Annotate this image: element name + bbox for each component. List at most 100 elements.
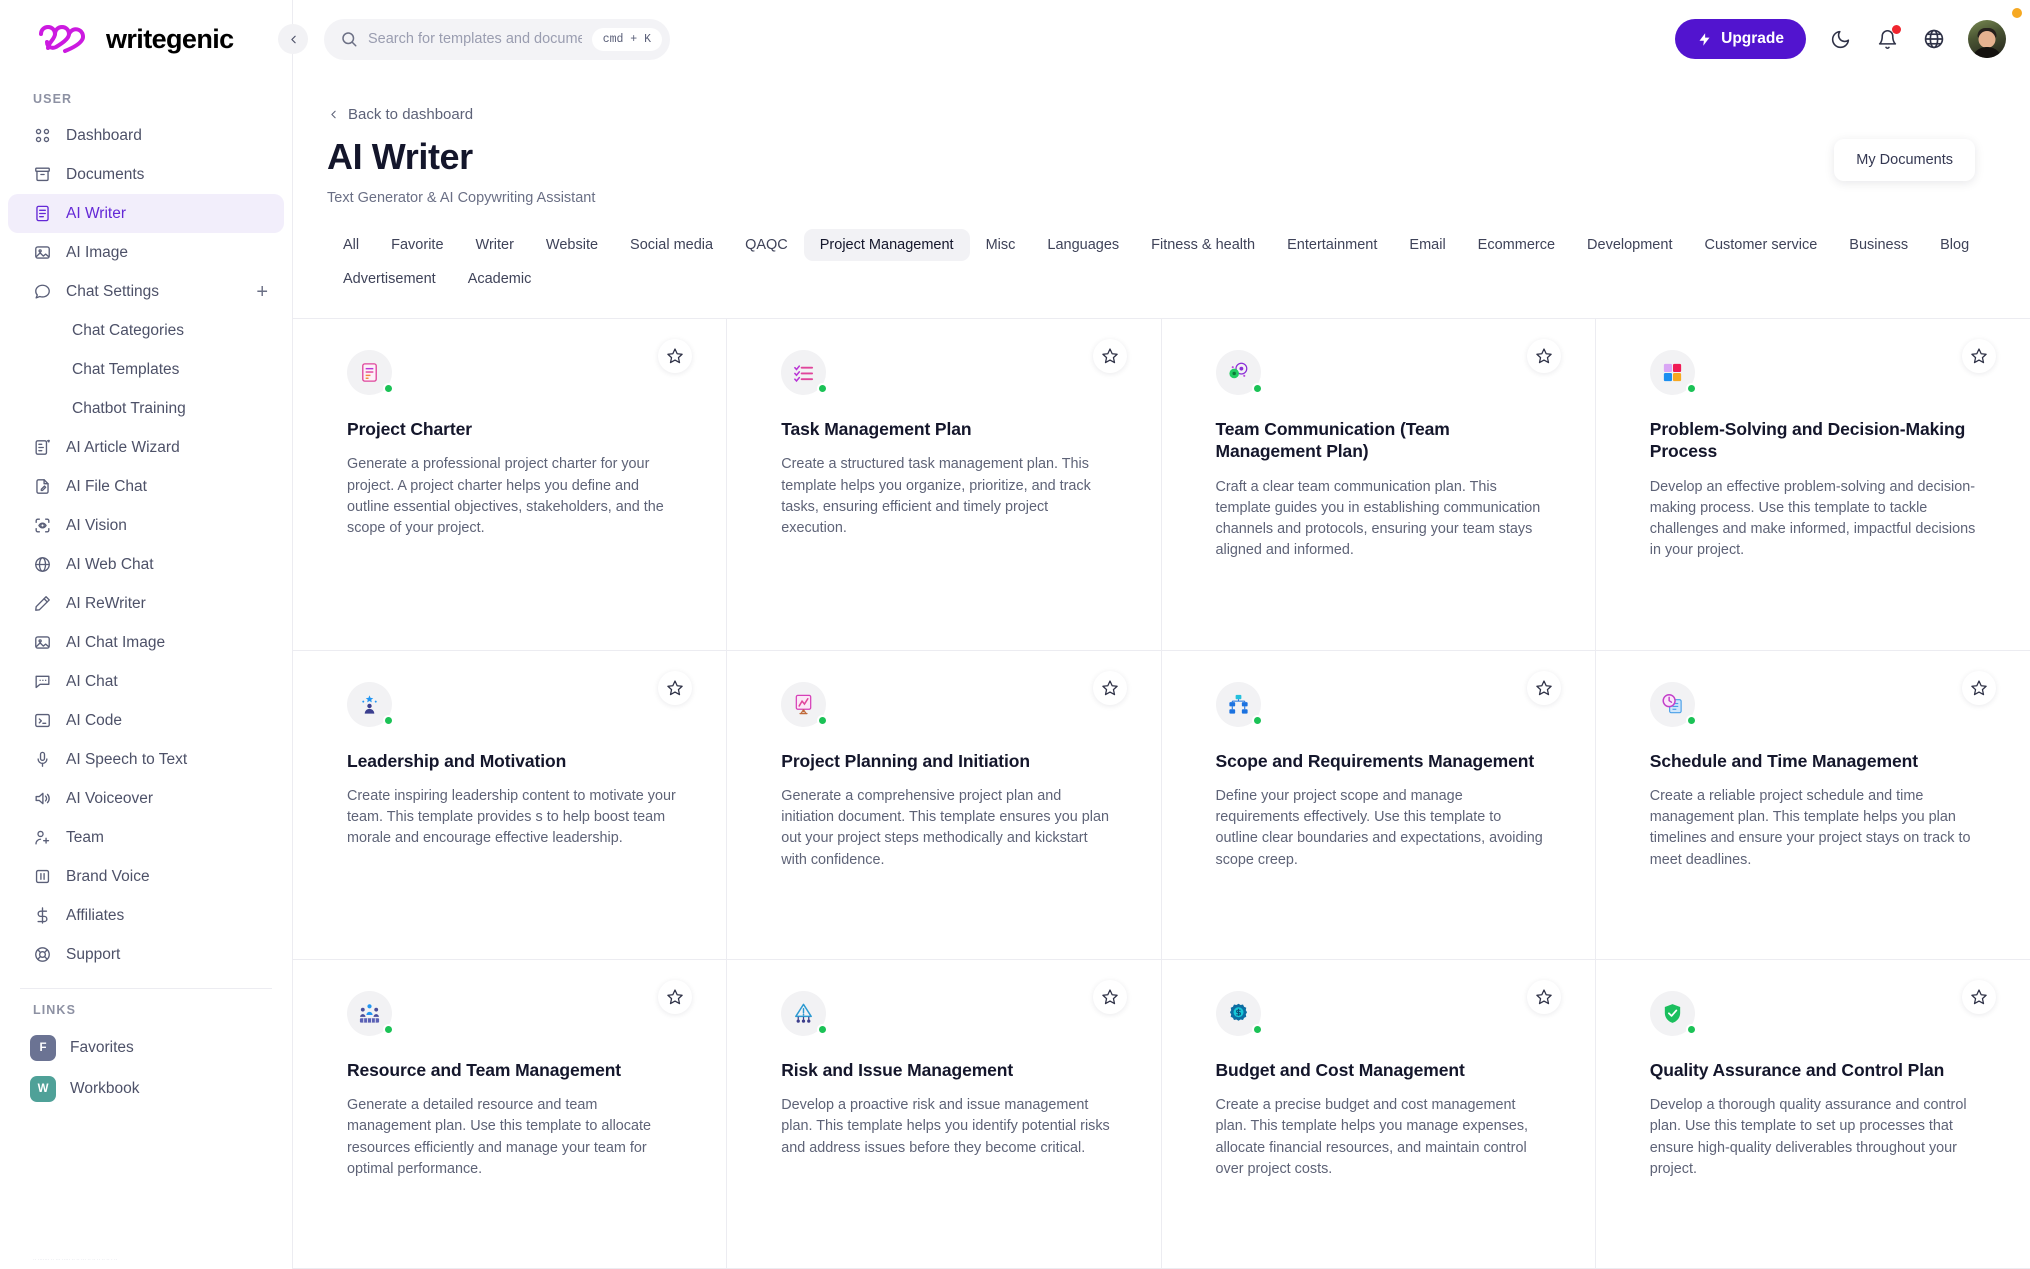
tab-advertisement[interactable]: Advertisement: [327, 263, 452, 295]
sidebar-item-ai-file-chat[interactable]: AI File Chat: [8, 467, 284, 506]
template-icon-wrap: [1215, 990, 1263, 1036]
template-card-resource-and-team-management[interactable]: Resource and Team Management Generate a d…: [293, 959, 728, 1269]
template-card-quality-assurance-and-control-plan[interactable]: Quality Assurance and Control Plan Develo…: [1595, 959, 2030, 1269]
template-icon-wrap: [347, 990, 394, 1036]
tab-all[interactable]: All: [327, 229, 375, 261]
tab-academic[interactable]: Academic: [452, 263, 548, 295]
tab-customer-service[interactable]: Customer service: [1688, 229, 1833, 261]
sidebar-item-ai-speech-to-text[interactable]: AI Speech to Text: [8, 740, 284, 779]
favorite-star-icon[interactable]: [1092, 979, 1127, 1014]
sidebar-item-ai-code[interactable]: AI Code: [8, 701, 284, 740]
brand-name: writegenic: [106, 23, 234, 54]
sidebar-subitem-chatbot-training[interactable]: Chatbot Training: [8, 389, 284, 428]
sidebar-item-support[interactable]: Support: [8, 935, 284, 974]
favorite-star-icon[interactable]: [1526, 670, 1561, 705]
globe-icon[interactable]: [1921, 26, 1947, 52]
search-box[interactable]: cmd + K: [324, 18, 670, 60]
favorite-star-icon[interactable]: [658, 670, 693, 705]
sidebar-item-team[interactable]: Team: [8, 818, 284, 857]
avatar[interactable]: [1968, 20, 2006, 58]
sidebar-item-label: Brand Voice: [66, 867, 150, 885]
template-icon-wrap: [781, 681, 829, 727]
add-chat-setting-icon[interactable]: +: [256, 282, 268, 302]
sidebar-item-ai-voiceover[interactable]: AI Voiceover: [8, 779, 284, 818]
sidebar-item-label: Chatbot Training: [72, 399, 186, 417]
tab-misc[interactable]: Misc: [970, 229, 1032, 261]
back-to-dashboard-link[interactable]: Back to dashboard: [327, 106, 2030, 123]
template-card-scope-and-requirements-management[interactable]: Scope and Requirements Management Define …: [1161, 650, 1596, 960]
sidebar-subitem-chat-templates[interactable]: Chat Templates: [8, 350, 284, 389]
sidebar-item-dashboard[interactable]: Dashboard: [8, 116, 284, 155]
tab-website[interactable]: Website: [530, 229, 614, 261]
tab-email[interactable]: Email: [1393, 229, 1461, 261]
sidebar-item-brand-voice[interactable]: Brand Voice: [8, 857, 284, 896]
favorite-star-icon[interactable]: [1962, 670, 1996, 705]
template-card-leadership-and-motivation[interactable]: Leadership and Motivation Create inspirin…: [293, 650, 728, 960]
favorite-star-icon[interactable]: [1962, 979, 1996, 1014]
sidebar-item-documents[interactable]: Documents: [8, 155, 284, 194]
sidebar-subitem-chat-categories[interactable]: Chat Categories: [8, 311, 284, 350]
sidebar-item-ai-article-wizard[interactable]: AI Article Wizard: [8, 428, 284, 467]
lifebuoy-icon: [33, 945, 52, 964]
template-card-schedule-and-time-management[interactable]: Schedule and Time Management Create a rel…: [1595, 650, 2030, 960]
tab-fitness-health[interactable]: Fitness & health: [1135, 229, 1271, 261]
moon-icon[interactable]: [1827, 26, 1853, 52]
status-badge: [1251, 1023, 1263, 1035]
favorite-star-icon[interactable]: [1092, 339, 1127, 373]
template-title: Problem-Solving and Decision-Making Proc…: [1649, 419, 1966, 462]
favorite-star-icon[interactable]: [658, 979, 693, 1014]
tab-writer[interactable]: Writer: [460, 229, 530, 261]
sidebar-item-ai-rewriter[interactable]: AI ReWriter: [8, 584, 284, 623]
status-indicator-dot: [2012, 8, 2022, 18]
template-card-team-communication-team-management-plan[interactable]: Team Communication (Team Management Plan…: [1161, 319, 1596, 651]
tab-social-media[interactable]: Social media: [614, 229, 729, 261]
sidebar-link-workbook[interactable]: W Workbook: [8, 1068, 284, 1109]
sidebar-item-affiliates[interactable]: Affiliates: [8, 896, 284, 935]
brand-logo[interactable]: writegenic: [0, 0, 292, 78]
template-card-budget-and-cost-management[interactable]: Budget and Cost Management Create a preci…: [1161, 959, 1596, 1269]
chevron-left-icon[interactable]: [278, 24, 308, 54]
bell-icon[interactable]: [1874, 25, 1901, 52]
sidebar-item-ai-web-chat[interactable]: AI Web Chat: [8, 545, 284, 584]
sidebar-item-label: AI Vision: [66, 516, 127, 534]
favorite-star-icon[interactable]: [1526, 979, 1561, 1014]
template-card-risk-and-issue-management[interactable]: Risk and Issue Management Develop a proac…: [727, 959, 1162, 1269]
favorite-star-icon[interactable]: [1526, 339, 1561, 373]
search-input[interactable]: [368, 31, 582, 47]
tab-project-management[interactable]: Project Management: [803, 229, 970, 261]
sidebar-item-ai-writer[interactable]: AI Writer: [8, 194, 284, 233]
tab-blog[interactable]: Blog: [1924, 229, 1985, 261]
sidebar-item-ai-chat-image[interactable]: AI Chat Image: [8, 623, 284, 662]
status-badge: [1251, 714, 1263, 726]
sidebar-item-label: AI Web Chat: [66, 555, 154, 573]
sidebar-link-favorites[interactable]: F Favorites: [8, 1027, 284, 1068]
tab-languages[interactable]: Languages: [1031, 229, 1135, 261]
template-card-project-charter[interactable]: Project Charter Generate a professional p…: [293, 319, 728, 651]
board-icon: [33, 867, 52, 886]
sidebar-item-chat-settings[interactable]: Chat Settings +: [8, 272, 284, 311]
tab-qaqc[interactable]: QAQC: [729, 229, 804, 261]
tab-entertainment[interactable]: Entertainment: [1271, 229, 1393, 261]
sidebar-item-ai-chat[interactable]: AI Chat: [8, 662, 284, 701]
template-title: Project Planning and Initiation: [781, 750, 1030, 771]
sidebar-item-ai-image[interactable]: AI Image: [8, 233, 284, 272]
upgrade-button[interactable]: Upgrade: [1675, 19, 1806, 59]
status-badge: [1685, 1023, 1697, 1035]
template-card-problem-solving-and-decision-making-proc[interactable]: Problem-Solving and Decision-Making Proc…: [1595, 319, 2030, 651]
template-card-project-planning-and-initiation[interactable]: Project Planning and Initiation Generate …: [727, 650, 1162, 960]
tab-ecommerce[interactable]: Ecommerce: [1462, 229, 1571, 261]
chevron-left-icon: [327, 108, 340, 121]
favorite-star-icon[interactable]: [1092, 670, 1127, 705]
tab-development[interactable]: Development: [1571, 229, 1688, 261]
favorite-star-icon[interactable]: [1962, 339, 1996, 373]
favorite-star-icon[interactable]: [658, 339, 693, 373]
template-card-task-management-plan[interactable]: Task Management Plan Create a structured …: [727, 319, 1162, 651]
template-cards-grid: Project Charter Generate a professional p…: [293, 318, 2030, 1269]
tab-favorite[interactable]: Favorite: [375, 229, 459, 261]
sidebar-item-ai-vision[interactable]: AI Vision: [8, 506, 284, 545]
status-badge: [817, 1023, 829, 1035]
globe-www-icon: [33, 555, 52, 574]
my-documents-button[interactable]: My Documents: [1834, 139, 1975, 181]
tab-business[interactable]: Business: [1833, 229, 1924, 261]
user-plus-icon: [33, 828, 52, 847]
